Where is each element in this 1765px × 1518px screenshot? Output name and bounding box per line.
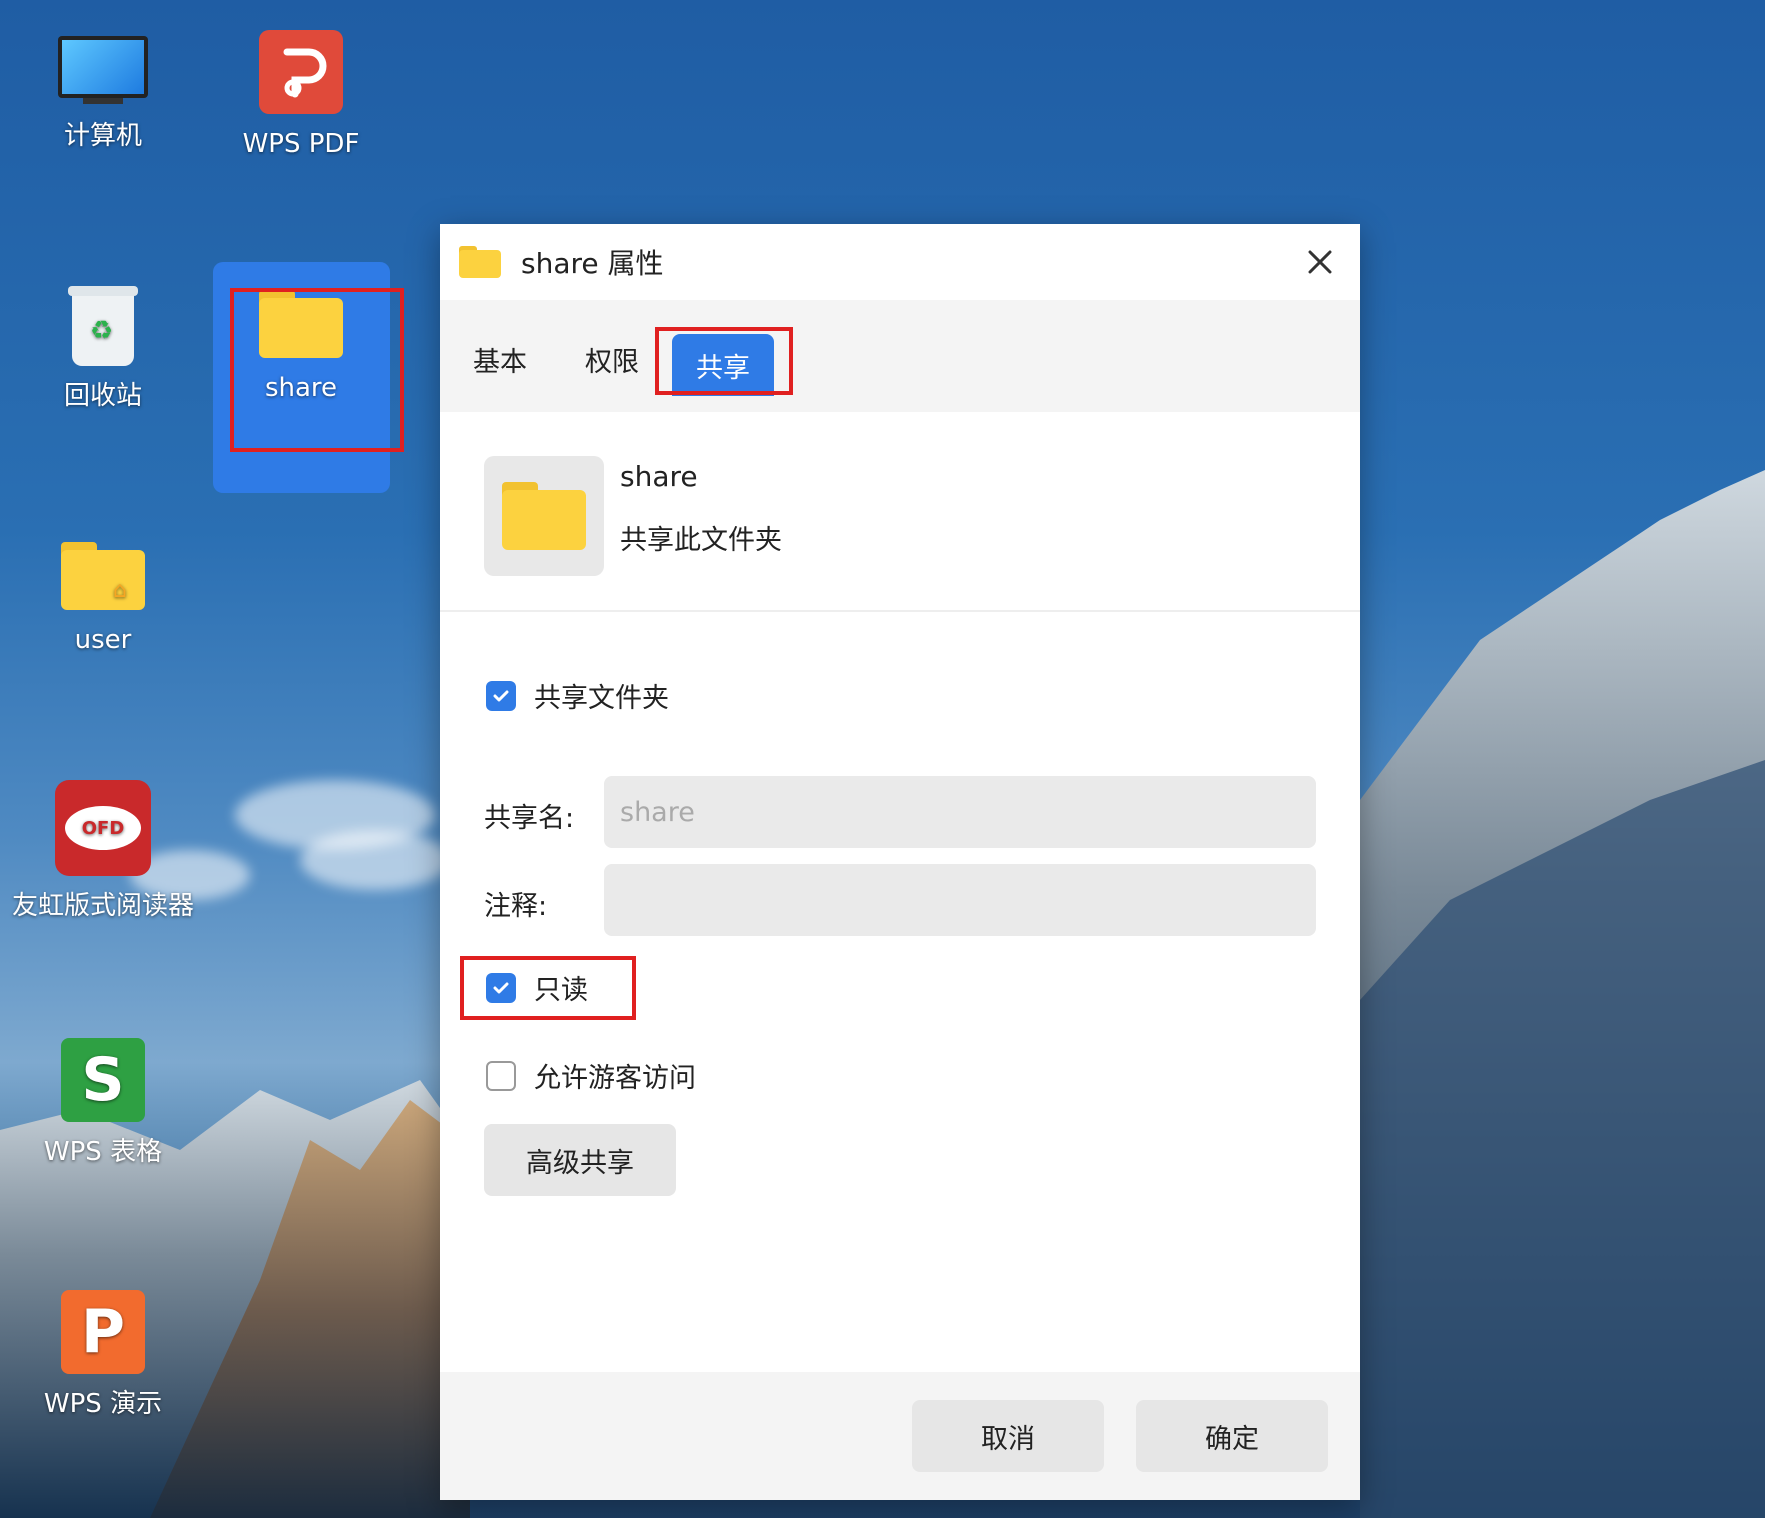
guest-access-checkbox[interactable]: 允许游客访问 (486, 1056, 696, 1095)
checkbox-checked-icon (486, 680, 516, 711)
monitor-icon (58, 36, 148, 106)
desktop-icon-recycle-bin[interactable]: ♻ 回收站 (18, 286, 188, 416)
cancel-button[interactable]: 取消 (912, 1400, 1104, 1472)
desktop-icon-label: user (74, 625, 132, 655)
checkbox-unchecked-icon (486, 1060, 516, 1091)
wps-pdf-icon (259, 30, 343, 114)
large-folder-icon (484, 456, 604, 576)
desktop-icon-ofd-reader[interactable]: OFD 友虹版式阅读器 (12, 780, 194, 926)
folder-info-header: share 共享此文件夹 (440, 412, 1360, 612)
tab-basic[interactable]: 基本 (473, 340, 527, 379)
highlight-box-share-tab (655, 327, 793, 395)
ofd-reader-icon: OFD (55, 780, 151, 876)
desktop-icon-wps-sheets[interactable]: S WPS 表格 (18, 1038, 188, 1172)
dialog-titlebar: share 属性 (440, 224, 1360, 300)
share-name-input[interactable]: share (604, 776, 1316, 848)
cloud (300, 830, 450, 890)
advanced-share-button[interactable]: 高级共享 (484, 1124, 676, 1196)
wps-presentation-icon: P (61, 1290, 145, 1374)
recycle-bin-icon: ♻ (68, 286, 138, 366)
dialog-footer: 取消 确定 (440, 1372, 1360, 1500)
properties-dialog: share 属性 基本 权限 共享 share 共享此文件夹 共享文件夹 共享名… (440, 224, 1360, 1500)
share-folder-checkbox[interactable]: 共享文件夹 (486, 676, 669, 715)
wps-sheets-icon: S (61, 1038, 145, 1122)
highlight-box-share-icon (230, 288, 404, 452)
desktop-icon-label: WPS 演示 (43, 1389, 163, 1419)
dialog-title: share 属性 (521, 247, 664, 280)
comment-label: 注释: (484, 891, 548, 922)
ok-button[interactable]: 确定 (1136, 1400, 1328, 1472)
desktop-icon-label: 计算机 (63, 121, 142, 151)
desktop-icon-wps-pdf[interactable]: WPS PDF (216, 30, 386, 164)
desktop-icon-label: 回收站 (63, 381, 142, 411)
folder-subtitle: 共享此文件夹 (620, 525, 782, 556)
desktop-icon-computer[interactable]: 计算机 (18, 36, 188, 156)
desktop-icon-label: 友虹版式阅读器 (11, 891, 194, 921)
tab-permissions[interactable]: 权限 (585, 340, 639, 379)
tab-bar: 基本 权限 共享 (440, 300, 1360, 412)
share-folder-label: 共享文件夹 (534, 683, 669, 714)
home-folder-icon: ⌂ (61, 542, 145, 610)
share-name-label: 共享名: (484, 803, 575, 834)
desktop-icon-label: WPS 表格 (43, 1137, 163, 1167)
folder-name: share (620, 460, 698, 493)
desktop-icon-user-folder[interactable]: ⌂ user (18, 542, 188, 660)
guest-access-label: 允许游客访问 (534, 1063, 696, 1094)
comment-input[interactable] (604, 864, 1316, 936)
desktop-icon-wps-presentation[interactable]: P WPS 演示 (18, 1290, 188, 1424)
highlight-box-readonly (460, 956, 636, 1020)
close-icon[interactable] (1302, 244, 1338, 280)
folder-icon (459, 246, 501, 278)
desktop-icon-label: WPS PDF (242, 129, 360, 159)
